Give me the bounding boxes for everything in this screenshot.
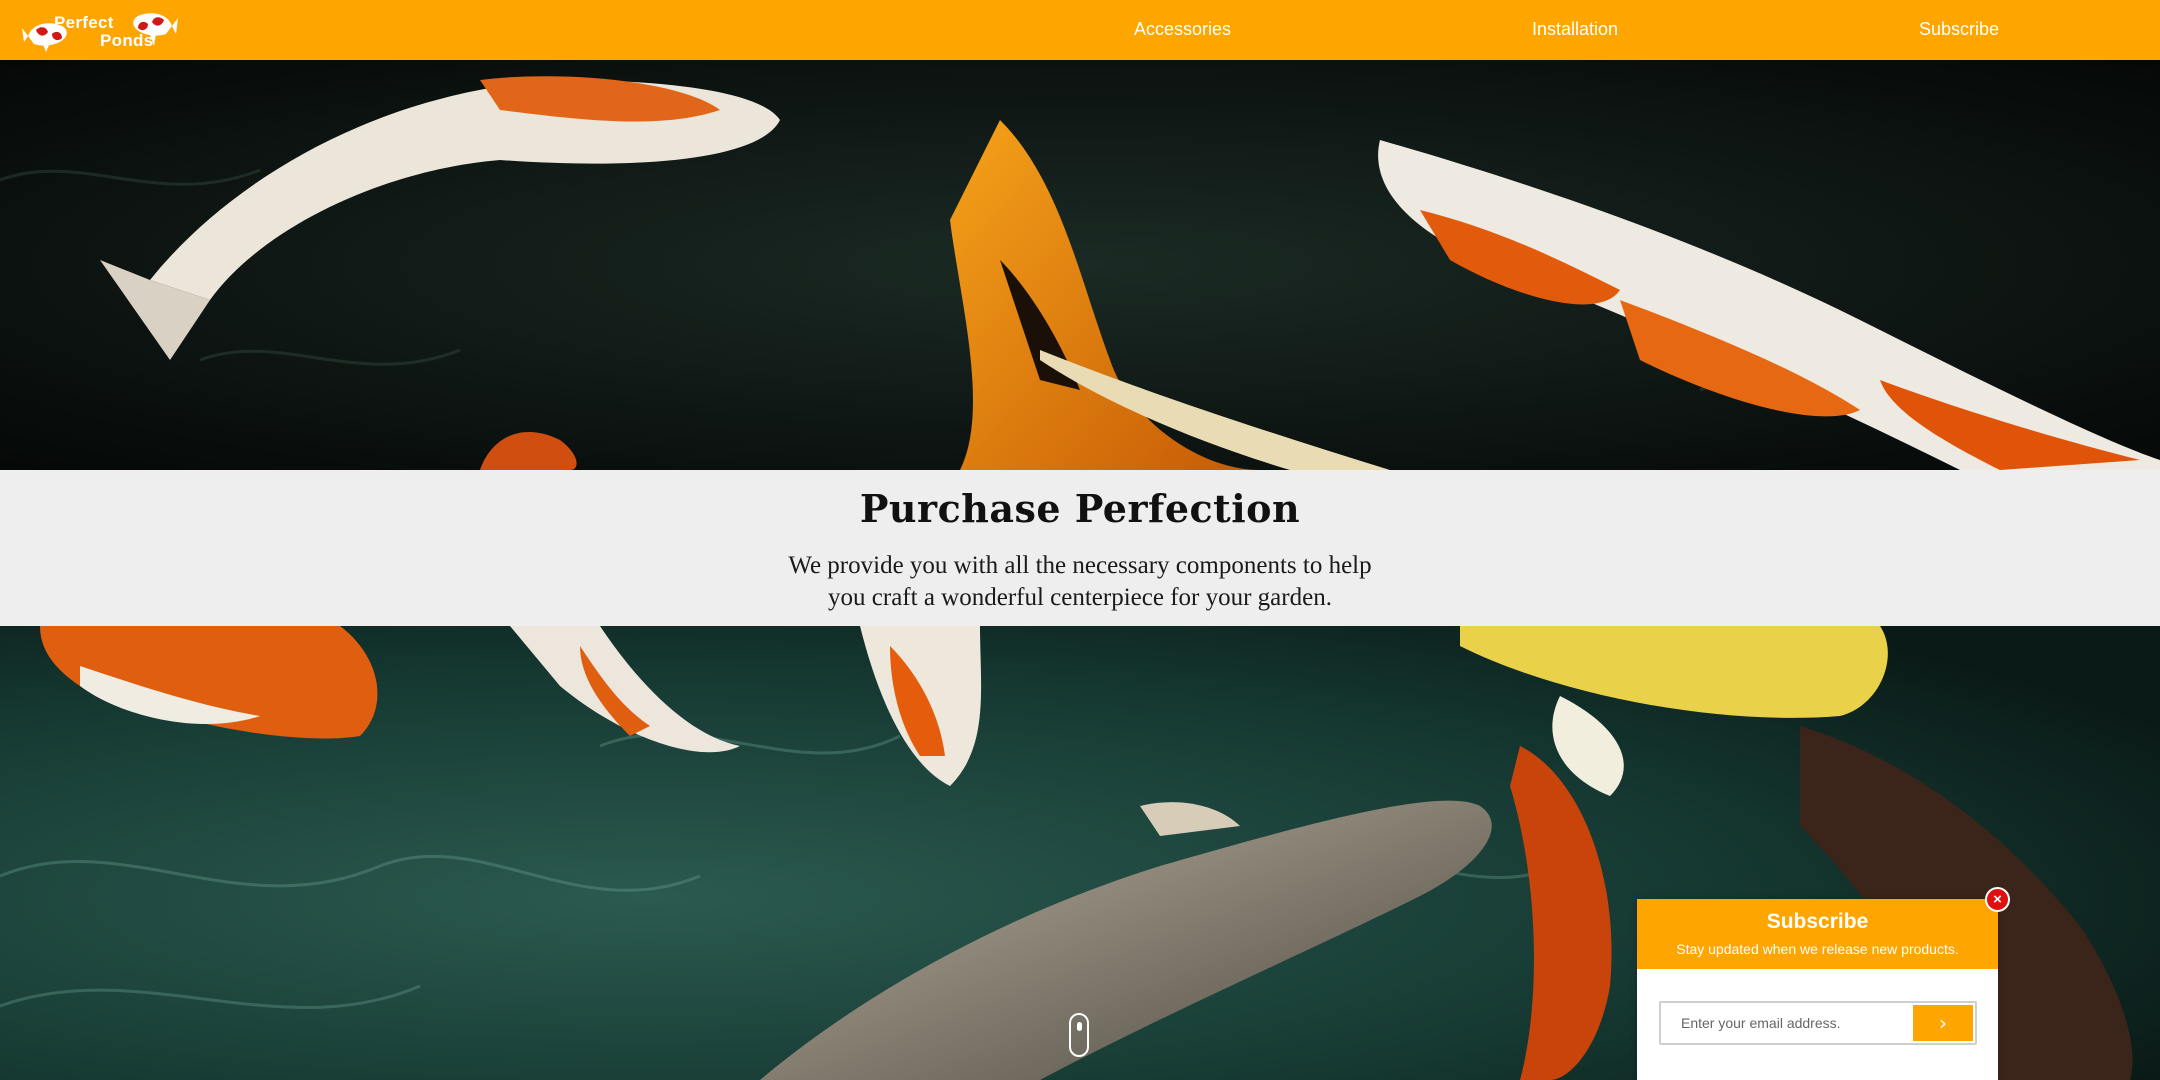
nav-installation[interactable]: Installation — [1532, 19, 1618, 40]
nav-subscribe[interactable]: Subscribe — [1919, 19, 1999, 40]
close-icon[interactable]: × — [1985, 887, 2010, 912]
logo-text-line1: Perfect — [54, 13, 114, 32]
subscribe-submit-button[interactable]: › — [1913, 1005, 1973, 1041]
email-input[interactable] — [1661, 1003, 1911, 1043]
subscribe-form: › — [1659, 1001, 1977, 1045]
hero-image-top — [0, 60, 2160, 470]
popup-subtitle: Stay updated when we release new product… — [1676, 941, 1959, 957]
site-logo[interactable]: Perfect Ponds — [22, 4, 180, 58]
section-description: We provide you with all the necessary co… — [788, 552, 1372, 611]
purchase-perfection-section: Purchase Perfection We provide you with … — [0, 470, 2160, 626]
logo-text-line2: Ponds — [100, 31, 154, 50]
section-title: Purchase Perfection — [859, 486, 1301, 531]
chevron-right-icon: › — [1939, 1011, 1947, 1035]
nav-accessories[interactable]: Accessories — [1134, 19, 1231, 40]
popup-title: Subscribe — [1766, 910, 1869, 933]
scroll-wheel-dot — [1077, 1022, 1082, 1031]
subscribe-popup: Subscribe Stay updated when we release n… — [1637, 899, 1998, 1080]
popup-header: Subscribe Stay updated when we release n… — [1637, 899, 1998, 969]
site-header: Perfect Ponds Accessories Installation S… — [0, 0, 2160, 60]
mouse-scroll-icon[interactable] — [1069, 1013, 1089, 1057]
